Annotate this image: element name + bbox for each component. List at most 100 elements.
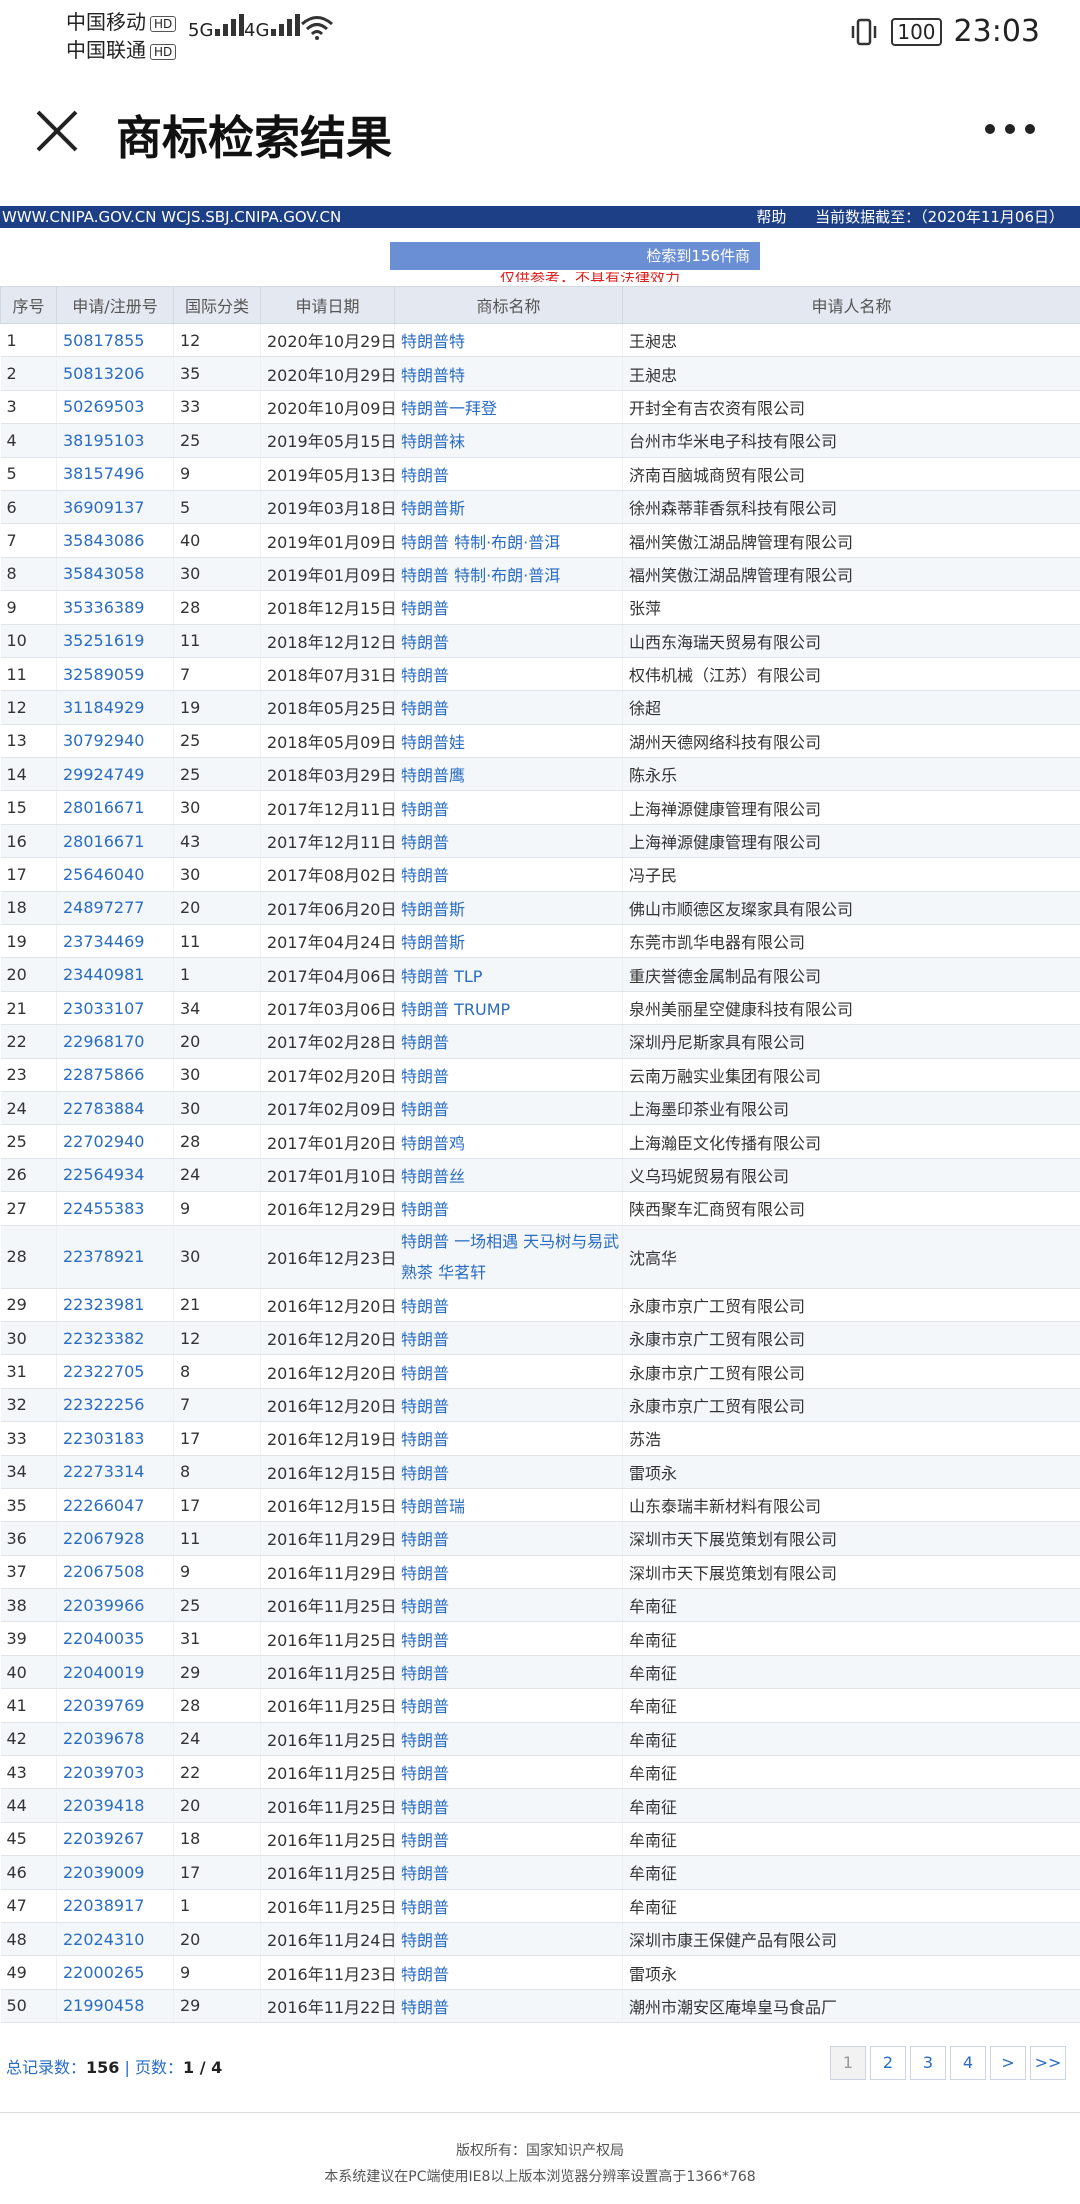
trademark-name-link[interactable]: 特朗普鹰 [394,757,623,792]
last-page-button[interactable]: >> [1030,2046,1066,2080]
trademark-name-link[interactable]: 特朗普 [394,1755,623,1790]
registration-number[interactable]: 22322256 [63,1395,144,1414]
registration-number[interactable]: 22378921 [63,1247,144,1266]
registration-number[interactable]: 31184929 [63,698,144,717]
registration-number[interactable]: 32589059 [63,665,144,684]
trademark-name-link[interactable]: 特朗普 TLP [394,957,623,992]
page-button-1[interactable]: 1 [830,2046,866,2080]
trademark-name-link[interactable]: 特朗普一拜登 [394,390,623,425]
page-button-3[interactable]: 3 [910,2046,946,2080]
registration-number[interactable]: 22303183 [63,1429,144,1448]
trademark-name-link[interactable]: 特朗普 [394,1655,623,1690]
registration-number-link[interactable]: 22968170 [56,1024,174,1059]
registration-number[interactable]: 23440981 [63,965,144,984]
registration-number-link[interactable]: 50269503 [56,390,174,425]
registration-number-link[interactable]: 22378921 [56,1225,174,1289]
trademark-name-link[interactable]: 特朗普 [394,1288,623,1322]
registration-number-link[interactable]: 25646040 [56,857,174,892]
registration-number-link[interactable]: 50817855 [56,323,174,358]
trademark-name-link[interactable]: 特朗普 [394,657,623,692]
registration-number-link[interactable]: 22040019 [56,1655,174,1690]
trademark-name-link[interactable]: 特朗普 [394,1889,623,1923]
registration-number-link[interactable]: 22000265 [56,1955,174,1990]
registration-number[interactable]: 22323382 [63,1329,144,1348]
registration-number-link[interactable]: 22039703 [56,1755,174,1790]
trademark-name-link[interactable]: 特朗普 TRUMP [394,991,623,1026]
trademark-name-link[interactable]: 特朗普 [394,1354,623,1389]
registration-number-link[interactable]: 38195103 [56,423,174,458]
trademark-name-link[interactable]: 特朗普 [394,1058,623,1092]
registration-number[interactable]: 22323981 [63,1295,144,1314]
registration-number[interactable]: 22273314 [63,1462,144,1481]
trademark-name-link[interactable]: 特朗普 [394,1788,623,1823]
trademark-name-link[interactable]: 特朗普 [394,1024,623,1059]
trademark-name-link[interactable]: 特朗普丝 [394,1158,623,1193]
help-link[interactable]: 帮助 [756,208,786,226]
registration-number-link[interactable]: 22783884 [56,1091,174,1126]
registration-number-link[interactable]: 36909137 [56,490,174,525]
registration-number[interactable]: 30792940 [63,731,144,750]
page-button-2[interactable]: 2 [870,2046,906,2080]
registration-number[interactable]: 22039418 [63,1796,144,1815]
registration-number[interactable]: 22024310 [63,1930,144,1949]
registration-number[interactable]: 35251619 [63,631,144,650]
registration-number[interactable]: 22039009 [63,1863,144,1882]
registration-number[interactable]: 36909137 [63,498,144,517]
trademark-name-link[interactable]: 特朗普 [394,1555,623,1590]
registration-number[interactable]: 38157496 [63,464,144,483]
registration-number-link[interactable]: 23734469 [56,924,174,959]
registration-number-link[interactable]: 28016671 [56,790,174,825]
trademark-name-link[interactable]: 特朗普 [394,1855,623,1890]
registration-number[interactable]: 22039966 [63,1596,144,1615]
registration-number-link[interactable]: 35843086 [56,523,174,558]
registration-number-link[interactable]: 22039678 [56,1722,174,1757]
registration-number-link[interactable]: 22040035 [56,1621,174,1656]
registration-number[interactable]: 22039703 [63,1763,144,1782]
next-page-button[interactable]: > [990,2046,1026,2080]
trademark-name-link[interactable]: 特朗普鸡 [394,1124,623,1159]
trademark-name-link[interactable]: 特朗普袜 [394,423,623,458]
registration-number-link[interactable]: 22702940 [56,1124,174,1159]
trademark-name-link[interactable]: 特朗普 [394,824,623,859]
registration-number-link[interactable]: 22266047 [56,1488,174,1523]
registration-number[interactable]: 50269503 [63,397,144,416]
registration-number-link[interactable]: 38157496 [56,457,174,491]
trademark-name-link[interactable]: 特朗普瑞 [394,1488,623,1523]
registration-number[interactable]: 22040035 [63,1629,144,1648]
trademark-name-link[interactable]: 特朗普 [394,1922,623,1957]
registration-number[interactable]: 22322705 [63,1362,144,1381]
registration-number-link[interactable]: 32589059 [56,657,174,692]
registration-number-link[interactable]: 22039966 [56,1588,174,1623]
trademark-name-link[interactable]: 特朗普特 [394,323,623,358]
trademark-name-link[interactable]: 特朗普 [394,1722,623,1757]
registration-number[interactable]: 22039769 [63,1696,144,1715]
trademark-name-link[interactable]: 特朗普 [394,1989,623,2024]
registration-number[interactable]: 24897277 [63,898,144,917]
registration-number-link[interactable]: 35336389 [56,590,174,625]
trademark-name-link[interactable]: 特朗普 [394,857,623,892]
trademark-name-link[interactable]: 特朗普 [394,1321,623,1356]
registration-number[interactable]: 22455383 [63,1199,144,1218]
registration-number-link[interactable]: 22273314 [56,1455,174,1489]
registration-number[interactable]: 22000265 [63,1963,144,1982]
registration-number[interactable]: 22702940 [63,1132,144,1151]
trademark-name-link[interactable]: 特朗普娃 [394,724,623,759]
registration-number-link[interactable]: 28016671 [56,824,174,859]
registration-number-link[interactable]: 22067928 [56,1521,174,1556]
registration-number-link[interactable]: 22455383 [56,1191,174,1226]
registration-number-link[interactable]: 35251619 [56,624,174,658]
page-button-4[interactable]: 4 [950,2046,986,2080]
registration-number[interactable]: 21990458 [63,1996,144,2015]
registration-number-link[interactable]: 22564934 [56,1158,174,1193]
registration-number-link[interactable]: 30792940 [56,724,174,759]
trademark-name-link[interactable]: 特朗普 一场相遇 天马树与易武熟茶 华茗轩 [394,1225,623,1289]
registration-number[interactable]: 22039678 [63,1729,144,1748]
trademark-name-link[interactable]: 特朗普 [394,1688,623,1723]
registration-number-link[interactable]: 22322705 [56,1354,174,1389]
trademark-name-link[interactable]: 特朗普 [394,1955,623,1990]
registration-number[interactable]: 28016671 [63,798,144,817]
registration-number[interactable]: 35843058 [63,564,144,583]
registration-number[interactable]: 22564934 [63,1165,144,1184]
registration-number[interactable]: 22040019 [63,1663,144,1682]
registration-number[interactable]: 29924749 [63,765,144,784]
